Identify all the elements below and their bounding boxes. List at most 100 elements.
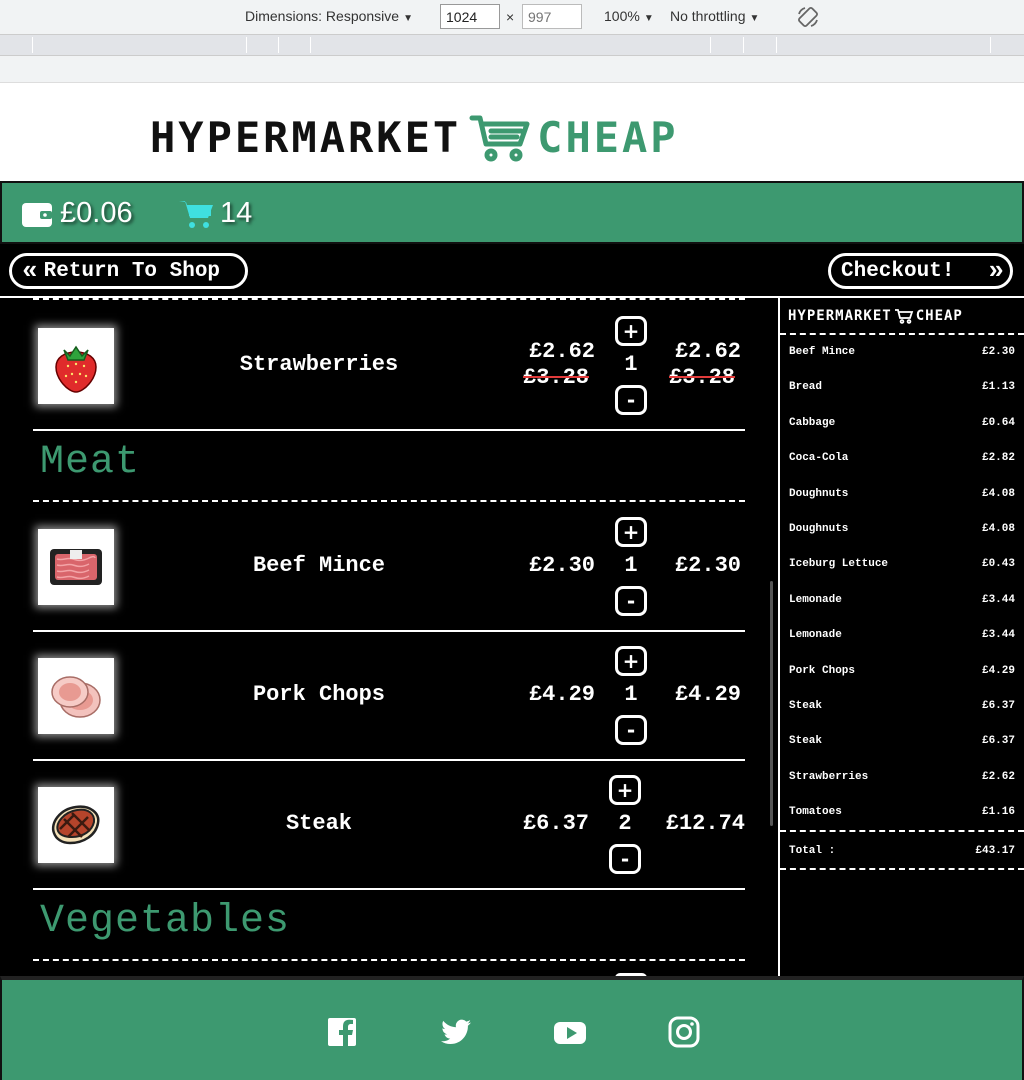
receipt-line-price: £1.13 xyxy=(981,381,1015,394)
logo-text-hypermarket: HYPERMARKET xyxy=(150,113,462,162)
item-quantity: 1 xyxy=(624,553,638,578)
decrease-quantity-button[interactable]: - xyxy=(615,715,647,745)
twitter-link[interactable] xyxy=(438,1014,474,1050)
media-query-ruler[interactable] xyxy=(0,34,1024,56)
receipt-line-name: Iceburg Lettuce xyxy=(789,558,889,571)
receipt-line-price: £6.37 xyxy=(981,735,1015,748)
receipt-line: Coca-Cola £2.82 xyxy=(789,452,1015,464)
receipt-line-price: £4.08 xyxy=(981,523,1015,535)
receipt-line-name: Bread xyxy=(789,381,823,394)
item-price: £6.37 xyxy=(522,811,589,836)
scrollbar[interactable] xyxy=(770,581,773,826)
checkout-label: Checkout! xyxy=(841,259,955,283)
receipt-line-name: Coca-Cola xyxy=(789,452,849,465)
product-image-steak xyxy=(38,787,114,863)
product-image-strawberries xyxy=(38,328,114,404)
throttling-label: No throttling xyxy=(670,8,746,24)
receipt-line-name: Beef Mince xyxy=(789,346,856,358)
receipt-line-name: Steak xyxy=(789,700,823,712)
instagram-link[interactable] xyxy=(666,1014,702,1050)
item-total: £4.29 xyxy=(674,682,741,707)
receipt-line-name: Pork Chops xyxy=(789,664,856,677)
basket-list: Strawberries £2.62 £3.28 + 1 - £2.62 £3.… xyxy=(0,298,778,976)
device-frame-gap xyxy=(0,56,1024,83)
receipt-line-price: £0.43 xyxy=(981,558,1015,571)
caret-down-icon: ▼ xyxy=(749,13,760,24)
dimensions-label: Dimensions: Responsive xyxy=(245,8,400,24)
dimensions-dropdown[interactable]: Dimensions: Responsive ▼ xyxy=(245,8,413,24)
receipt-line-name: Doughnuts xyxy=(789,523,849,535)
double-chevron-left-icon: « xyxy=(22,256,37,286)
item-name: Steak xyxy=(285,811,352,836)
cart-icon xyxy=(179,200,213,228)
increase-quantity-button[interactable]: + xyxy=(615,517,647,547)
receipt-line-name: Steak xyxy=(789,735,823,748)
rotate-icon[interactable] xyxy=(796,5,820,29)
strawberry-icon xyxy=(55,345,97,393)
item-quantity: 1 xyxy=(624,682,638,707)
decrease-quantity-button[interactable]: - xyxy=(615,385,647,415)
item-name: Beef Mince xyxy=(252,553,386,578)
return-to-shop-label: Return To Shop xyxy=(43,259,221,283)
receipt-line: Iceburg Lettuce £0.43 xyxy=(789,558,1015,570)
receipt-line-name: Lemonade xyxy=(789,629,842,642)
twitter-icon xyxy=(441,1019,471,1044)
divider xyxy=(33,630,745,632)
logo-cart-icon xyxy=(469,115,530,161)
facebook-link[interactable] xyxy=(324,1014,360,1050)
item-price: £4.29 xyxy=(528,682,595,707)
receipt-line-name: Doughnuts xyxy=(789,487,849,500)
receipt-total-value: £43.17 xyxy=(975,845,1015,857)
return-to-shop-button[interactable]: « Return To Shop xyxy=(9,253,248,289)
item-quantity: 1 xyxy=(624,352,638,377)
receipt-divider xyxy=(780,868,1024,870)
status-bar: £0.06 14 xyxy=(0,181,1024,244)
divider xyxy=(33,959,745,961)
double-chevron-right-icon: » xyxy=(988,256,1003,286)
receipt-line-price: £2.82 xyxy=(981,452,1015,465)
width-input[interactable] xyxy=(440,4,500,29)
checkout-button[interactable]: Checkout! » xyxy=(828,253,1013,289)
receipt-total-row: Total : £43.17 xyxy=(789,845,1015,857)
item-quantity: 2 xyxy=(618,811,632,836)
youtube-link[interactable] xyxy=(552,1014,588,1050)
site-footer xyxy=(0,976,1024,1080)
wallet-icon xyxy=(22,202,52,227)
receipt-line-price: £4.08 xyxy=(981,487,1015,500)
receipt-line-price: £6.37 xyxy=(981,700,1015,712)
beef-mince-icon xyxy=(50,549,102,585)
receipt-divider xyxy=(780,333,1024,335)
category-heading: Meat xyxy=(40,440,141,485)
receipt-line: Steak £6.37 xyxy=(789,735,1015,747)
receipt-line: Strawberries £2.62 xyxy=(789,771,1015,783)
receipt-line-price: £1.16 xyxy=(981,806,1015,819)
receipt-line: Tomatoes £1.16 xyxy=(789,806,1015,818)
item-price: £2.30 xyxy=(528,553,595,578)
receipt-logo-cart-icon xyxy=(894,309,913,324)
instagram-icon xyxy=(668,1016,700,1048)
receipt-line: Doughnuts £4.08 xyxy=(789,523,1015,535)
caret-down-icon: ▼ xyxy=(403,13,413,24)
divider xyxy=(33,500,745,502)
item-price: £2.62 xyxy=(528,339,595,364)
site-header: HYPERMARKET CHEAP xyxy=(0,83,1024,181)
increase-quantity-button[interactable]: + xyxy=(615,316,647,346)
wallet-balance: £0.06 xyxy=(20,197,133,230)
youtube-icon xyxy=(554,1022,586,1044)
receipt-line-name: Strawberries xyxy=(789,770,869,783)
cart-count[interactable]: 14 xyxy=(178,197,252,230)
product-image-pork-chops xyxy=(38,658,114,734)
increase-quantity-button[interactable]: + xyxy=(609,775,641,805)
item-total: £2.62 xyxy=(674,339,741,364)
receipt-line-price: £2.30 xyxy=(981,346,1015,358)
decrease-quantity-button[interactable]: - xyxy=(609,844,641,874)
zoom-dropdown[interactable]: 100% ▼ xyxy=(604,8,654,24)
decrease-quantity-button[interactable]: - xyxy=(615,586,647,616)
throttling-dropdown[interactable]: No throttling ▼ xyxy=(670,8,759,24)
divider xyxy=(33,429,745,431)
increase-quantity-button[interactable]: + xyxy=(615,646,647,676)
height-input[interactable] xyxy=(522,4,582,29)
divider xyxy=(33,888,745,890)
receipt-logo: HYPERMARKET CHEAP xyxy=(788,308,963,324)
site-logo[interactable]: HYPERMARKET CHEAP xyxy=(150,113,679,162)
